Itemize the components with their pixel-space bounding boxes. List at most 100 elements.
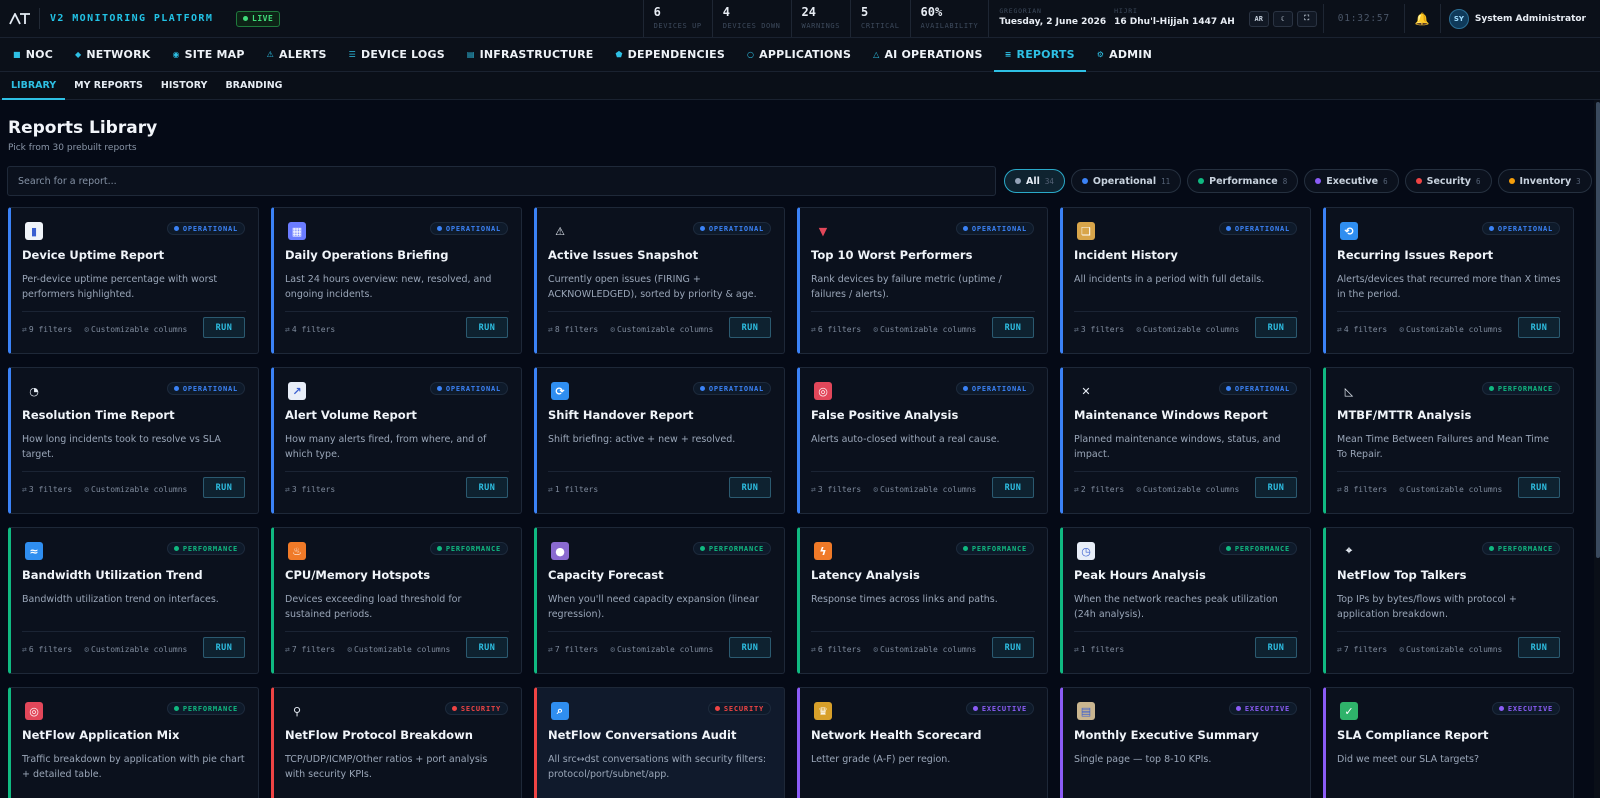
report-description: Last 24 hours overview: new, resolved, a…	[285, 274, 492, 300]
run-button[interactable]: RUN	[1255, 317, 1297, 338]
nav-applications[interactable]: ○ APPLICATIONS	[736, 38, 862, 71]
report-card[interactable]: ⌖ PERFORMANCE NetFlow Top Talkers Top IPs b…	[1323, 527, 1574, 674]
report-card[interactable]: ▮ OPERATIONAL Device Uptime Report Per-devi…	[8, 207, 259, 354]
stat-critical[interactable]: 5 CRITICAL	[850, 0, 910, 37]
filters-count-label: 8 filters	[554, 325, 599, 334]
run-button[interactable]: RUN	[992, 477, 1034, 498]
nav-dependencies[interactable]: ⬟ DEPENDENCIES	[605, 38, 736, 71]
scrollbar-thumb[interactable]	[1596, 102, 1600, 558]
filter-chip-security[interactable]: Security 6	[1404, 169, 1492, 193]
run-button[interactable]: RUN	[729, 637, 771, 658]
run-button[interactable]: RUN	[729, 477, 771, 498]
report-description: Rank devices by failure metric (uptime /…	[811, 274, 1002, 300]
nav-infrastructure[interactable]: ▤ INFRASTRUCTURE	[456, 38, 605, 71]
report-card[interactable]: ϟ PERFORMANCE Latency Analysis Response tim…	[797, 527, 1048, 674]
report-card[interactable]: ⚲ SECURITY NetFlow Protocol Breakdown TCP/U…	[271, 687, 522, 798]
filters-count-label: 3 filters	[1080, 325, 1125, 334]
filter-chip-performance[interactable]: Performance 8	[1187, 169, 1299, 193]
notifications-button[interactable]: 🔔	[1405, 4, 1441, 33]
theme-toggle-button[interactable]: ☾	[1272, 10, 1293, 27]
report-card[interactable]: ◔ OPERATIONAL Resolution Time Report How lo…	[8, 367, 259, 514]
report-card[interactable]: ⌕ SECURITY NetFlow Conversations Audit All …	[534, 687, 785, 798]
filter-chip-executive[interactable]: Executive 6	[1304, 169, 1399, 193]
run-button[interactable]: RUN	[1255, 637, 1297, 658]
run-button[interactable]: RUN	[203, 317, 245, 338]
tab-library[interactable]: LIBRARY	[2, 72, 66, 100]
report-card[interactable]: ◺ PERFORMANCE MTBF/MTTR Analysis Mean Time …	[1323, 367, 1574, 514]
language-toggle-button[interactable]: AR	[1248, 10, 1269, 27]
run-button[interactable]: RUN	[466, 317, 508, 338]
report-description: Letter grade (A-F) per region.	[811, 754, 951, 765]
search-input[interactable]	[7, 166, 996, 196]
stat-devices-up[interactable]: 6 DEVICES UP	[642, 0, 712, 37]
stat-devices-down[interactable]: 4 DEVICES DOWN	[711, 0, 791, 37]
report-card[interactable]: ▦ OPERATIONAL Daily Operations Briefing Las…	[271, 207, 522, 354]
run-button[interactable]: RUN	[466, 477, 508, 498]
report-card[interactable]: ❏ OPERATIONAL Incident History All incident…	[1060, 207, 1311, 354]
fullscreen-button[interactable]: ⛶	[1296, 10, 1317, 27]
report-card[interactable]: ♛ EXECUTIVE Network Health Scorecard Letter…	[797, 687, 1048, 798]
nav-site-map[interactable]: ◉ SITE MAP	[161, 38, 255, 71]
run-button[interactable]: RUN	[1518, 317, 1560, 338]
report-card[interactable]: ⚠ OPERATIONAL Active Issues Snapshot Curren…	[534, 207, 785, 354]
filters-count: ⇄ 3 filters	[811, 485, 861, 494]
run-button[interactable]: RUN	[466, 637, 508, 658]
run-button[interactable]: RUN	[1518, 477, 1560, 498]
run-button[interactable]: RUN	[203, 637, 245, 658]
report-card[interactable]: ↗ OPERATIONAL Alert Volume Report How many …	[271, 367, 522, 514]
report-card[interactable]: ▤ EXECUTIVE Monthly Executive Summary Singl…	[1060, 687, 1311, 798]
nav-admin[interactable]: ⚙ ADMIN	[1086, 38, 1163, 71]
run-button[interactable]: RUN	[1518, 637, 1560, 658]
tab-my-reports[interactable]: MY REPORTS	[65, 72, 152, 99]
category-badge: PERFORMANCE	[166, 542, 245, 555]
report-card[interactable]: ✕ OPERATIONAL Maintenance Windows Report Pl…	[1060, 367, 1311, 514]
nav-ai-operations[interactable]: △ AI OPERATIONS	[862, 38, 994, 71]
customizable-columns: ⚙ Customizable columns	[610, 325, 713, 334]
category-badge: OPERATIONAL	[1218, 382, 1297, 395]
report-card[interactable]: ≈ PERFORMANCE Bandwidth Utilization Trend B…	[8, 527, 259, 674]
report-card[interactable]: ⟲ OPERATIONAL Recurring Issues Report Alert…	[1323, 207, 1574, 354]
report-card[interactable]: ◎ PERFORMANCE NetFlow Application Mix Traff…	[8, 687, 259, 798]
report-card[interactable]: ✓ EXECUTIVE SLA Compliance Report Did we me…	[1323, 687, 1574, 798]
report-card[interactable]: ▼ OPERATIONAL Top 10 Worst Performers Rank …	[797, 207, 1048, 354]
filters-count: ⇄ 1 filters	[1074, 645, 1124, 654]
stat-availability[interactable]: 60% AVAILABILITY	[909, 0, 989, 37]
card-divider	[811, 311, 1035, 312]
nav-label: DEPENDENCIES	[627, 48, 725, 61]
run-button[interactable]: RUN	[203, 477, 245, 498]
run-button[interactable]: RUN	[992, 317, 1034, 338]
report-card[interactable]: ◎ OPERATIONAL False Positive Analysis Alert…	[797, 367, 1048, 514]
report-card[interactable]: ⟳ OPERATIONAL Shift Handover Report Shift b…	[534, 367, 785, 514]
report-card[interactable]: ♨ PERFORMANCE CPU/Memory Hotspots Devices e…	[271, 527, 522, 674]
tab-branding[interactable]: BRANDING	[216, 72, 291, 99]
filter-chip-operational[interactable]: Operational 11	[1070, 169, 1182, 193]
category-dot-icon	[699, 226, 705, 231]
report-card[interactable]: ◷ PERFORMANCE Peak Hours Analysis When the …	[1060, 527, 1311, 674]
nav-alerts[interactable]: ⚠ ALERTS	[256, 38, 338, 71]
report-description: Currently open issues (FIRING + ACKNOWLE…	[548, 274, 757, 300]
category-dot-icon	[436, 226, 442, 231]
scrollbar[interactable]	[1594, 100, 1600, 798]
nav-device-logs[interactable]: ☰ DEVICE LOGS	[338, 38, 456, 71]
report-title: Recurring Issues Report	[1337, 248, 1494, 262]
report-title: Shift Handover Report	[548, 408, 694, 422]
category-badge: OPERATIONAL	[692, 382, 771, 395]
report-card[interactable]: ● PERFORMANCE Capacity Forecast When you'll…	[534, 527, 785, 674]
badge-label: OPERATIONAL	[708, 224, 764, 233]
filter-chip-inventory[interactable]: Inventory 3	[1497, 169, 1592, 193]
run-button[interactable]: RUN	[729, 317, 771, 338]
report-meta: ⇄ 6 filters ⚙ Customizable columns	[811, 645, 976, 654]
nav-reports[interactable]: ≡ REPORTS	[993, 38, 1086, 72]
tab-history[interactable]: HISTORY	[152, 72, 217, 99]
user-menu[interactable]: SY System Administrator	[1441, 0, 1600, 37]
card-divider	[811, 471, 1035, 472]
filter-chip-all[interactable]: All 34	[1004, 169, 1065, 193]
nav-noc[interactable]: ■ NOC	[2, 38, 64, 71]
run-button[interactable]: RUN	[992, 637, 1034, 658]
stat-warnings[interactable]: 24 WARNINGS	[790, 0, 851, 37]
nav-network[interactable]: ◆ NETWORK	[64, 38, 161, 71]
logo[interactable]	[0, 8, 40, 29]
category-badge: PERFORMANCE	[1218, 542, 1297, 555]
run-button[interactable]: RUN	[1255, 477, 1297, 498]
filters-count-label: 3 filters	[28, 485, 73, 494]
